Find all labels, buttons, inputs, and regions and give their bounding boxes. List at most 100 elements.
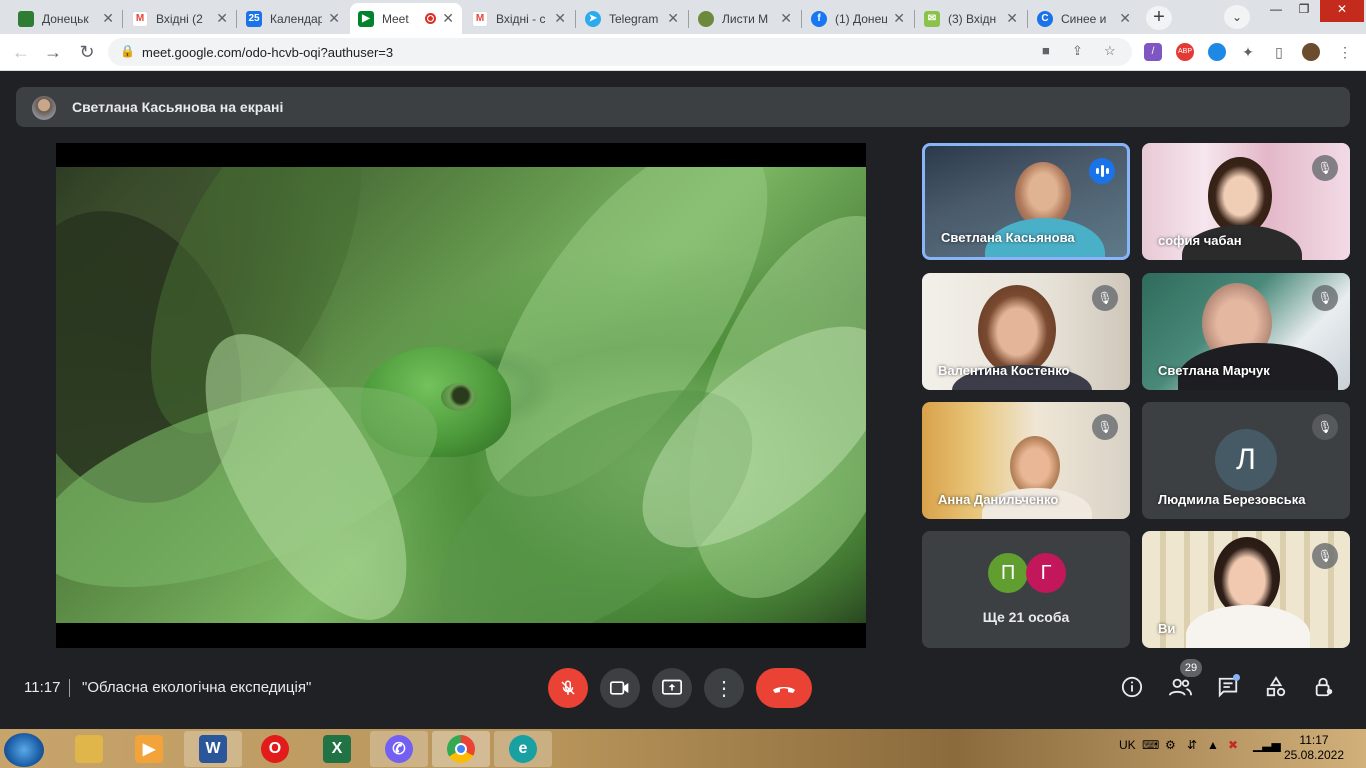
close-icon[interactable]: ✕: [216, 10, 228, 27]
browser-toolbar: ← → ↻ 🔒 meet.google.com/odo-hcvb-oqi?aut…: [0, 34, 1366, 71]
abp-icon[interactable]: ABP: [1176, 43, 1194, 61]
minimize-button[interactable]: —: [1262, 0, 1290, 22]
present-screen-button[interactable]: [652, 668, 692, 708]
signal-icon[interactable]: ▁▃▅: [1253, 738, 1281, 752]
taskbar-word[interactable]: W: [184, 731, 242, 767]
eset-icon: e: [509, 735, 537, 763]
participant-name: софия чабан: [1158, 233, 1242, 248]
forward-button[interactable]: →: [42, 41, 64, 63]
activities-button[interactable]: [1263, 676, 1289, 702]
host-controls-button[interactable]: [1311, 676, 1337, 702]
participant-tile[interactable]: Светлана Касьянова: [922, 143, 1130, 260]
tab-6[interactable]: ➤ Telegram ✕: [577, 3, 687, 34]
tab-8[interactable]: f (1) Донец ✕: [803, 3, 913, 34]
close-icon[interactable]: ✕: [893, 10, 905, 27]
tab-9[interactable]: ✉ (3) Вхідн ✕: [916, 3, 1026, 34]
tab-5[interactable]: M Вхідні - с ✕: [464, 3, 574, 34]
taskbar-chrome[interactable]: [432, 731, 490, 767]
tab-1[interactable]: Донецьк ✕: [10, 3, 122, 34]
viber-icon: ✆: [385, 735, 413, 763]
taskbar-opera[interactable]: O: [246, 731, 304, 767]
lock-person-icon: [1315, 677, 1333, 697]
tab-label: Вхідні (2: [156, 11, 203, 26]
chrome-icon: [447, 735, 475, 763]
close-icon[interactable]: ✕: [667, 10, 679, 27]
avatar[interactable]: [1302, 43, 1320, 61]
taskbar-eset[interactable]: e: [494, 731, 552, 767]
more-options-button[interactable]: ⋮: [704, 668, 744, 708]
close-icon[interactable]: ✕: [554, 10, 566, 27]
share-icon[interactable]: ⇪: [1072, 43, 1083, 59]
camera-toggle-button[interactable]: [600, 668, 640, 708]
taskbar-media-player[interactable]: ▶: [120, 731, 178, 767]
lock-icon[interactable]: 🔒: [120, 44, 135, 58]
taskbar-explorer[interactable]: [60, 731, 118, 767]
network-tray-icon[interactable]: ⇵: [1187, 738, 1197, 752]
close-icon[interactable]: ✕: [102, 10, 114, 27]
back-button[interactable]: ←: [10, 41, 32, 63]
start-button[interactable]: [4, 733, 44, 767]
settings-icon[interactable]: ⚙: [1165, 738, 1176, 752]
mic-off-icon: 🎙: [1312, 155, 1338, 181]
word-icon: W: [199, 735, 227, 763]
tab-7[interactable]: Листи М ✕: [690, 3, 800, 34]
activities-icon: [1266, 676, 1286, 697]
participant-tile[interactable]: 🎙 Валентина Костенко: [922, 273, 1130, 390]
avatar: П: [988, 553, 1028, 593]
side-panel-icon[interactable]: ▯: [1270, 43, 1288, 61]
chat-button[interactable]: [1215, 674, 1241, 702]
new-tab-button[interactable]: +: [1146, 6, 1172, 30]
language-indicator[interactable]: UK: [1119, 738, 1136, 752]
tab-2[interactable]: M Вхідні (2 ✕: [124, 3, 236, 34]
pen-icon[interactable]: /: [1144, 43, 1162, 61]
taskbar-clock[interactable]: 11:17 25.08.2022: [1282, 733, 1346, 763]
tab-label: Telegram: [609, 11, 659, 26]
reload-button[interactable]: ↻: [76, 41, 98, 63]
participant-tile[interactable]: 🎙 Анна Данильченко: [922, 402, 1130, 519]
others-tile[interactable]: П Г Ще 21 особа: [922, 531, 1130, 648]
self-tile[interactable]: 🎙 Ви: [1142, 531, 1350, 648]
keyboard-icon[interactable]: ⌨: [1142, 738, 1159, 752]
facebook-icon: f: [811, 10, 827, 27]
taskbar-viber[interactable]: ✆: [370, 731, 428, 767]
extensions-puzzle-icon[interactable]: ✦: [1239, 43, 1257, 61]
mic-off-icon: 🎙: [1312, 414, 1338, 440]
url-text: meet.google.com/odo-hcvb-oqi?authuser=3: [142, 45, 394, 60]
tab-strip: Донецьк ✕ M Вхідні (2 ✕ 25 Календар ✕ ▶ …: [0, 0, 1366, 34]
camera-icon[interactable]: ■: [1042, 43, 1050, 58]
show-everyone-button[interactable]: [1167, 676, 1193, 702]
network-error-icon[interactable]: ✖: [1228, 738, 1238, 752]
participant-tile[interactable]: 🎙 софия чабан: [1142, 143, 1350, 260]
tab-3[interactable]: 25 Календар ✕: [238, 3, 348, 34]
participant-tile[interactable]: Л 🎙 Людмила Березовська: [1142, 402, 1350, 519]
participant-tile[interactable]: 🎙 Светлана Марчук: [1142, 273, 1350, 390]
tab-label: Листи М: [722, 11, 769, 26]
show-hidden-icons-icon[interactable]: ▲: [1207, 738, 1219, 752]
close-icon[interactable]: ✕: [328, 10, 340, 27]
avatar: Л: [1215, 429, 1277, 491]
taskbar-excel[interactable]: X: [308, 731, 366, 767]
maximize-button[interactable]: ❐: [1290, 0, 1318, 22]
tab-search-button[interactable]: ⌄: [1224, 5, 1250, 29]
menu-icon[interactable]: ⋮: [1336, 43, 1354, 61]
opera-icon: O: [261, 735, 289, 763]
tab-10[interactable]: C Синее и ✕: [1029, 3, 1139, 34]
close-icon[interactable]: ✕: [1119, 10, 1131, 27]
presenting-label: Светлана Касьянова на екрані: [72, 99, 284, 115]
tab-4-active[interactable]: ▶ Meet ✕: [350, 3, 462, 34]
tab-label: (1) Донец: [835, 11, 888, 26]
mic-off-icon: 🎙: [1092, 414, 1118, 440]
mail-icon: ✉: [924, 10, 940, 27]
participant-name: Анна Данильченко: [938, 492, 1059, 507]
close-window-button[interactable]: ✕: [1320, 0, 1364, 22]
mic-toggle-button[interactable]: [548, 668, 588, 708]
leave-call-button[interactable]: [756, 668, 812, 708]
clock-date: 25.08.2022: [1283, 748, 1345, 762]
bookmark-star-icon[interactable]: ☆: [1104, 43, 1116, 59]
address-bar[interactable]: 🔒 meet.google.com/odo-hcvb-oqi?authuser=…: [108, 38, 1132, 66]
meeting-details-button[interactable]: [1119, 676, 1145, 702]
close-icon[interactable]: ✕: [442, 10, 454, 27]
close-icon[interactable]: ✕: [780, 10, 792, 27]
circle-icon[interactable]: [1208, 43, 1226, 61]
close-icon[interactable]: ✕: [1006, 10, 1018, 27]
